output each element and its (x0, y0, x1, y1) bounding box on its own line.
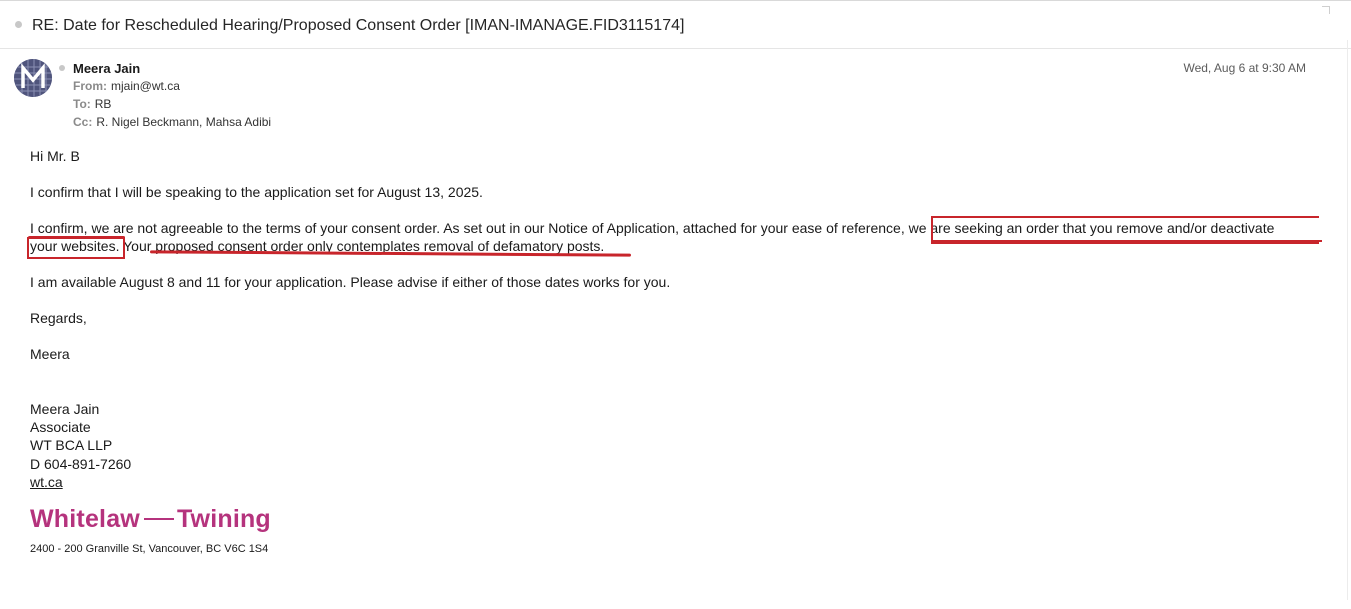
signature-phone: D 604-891-7260 (30, 456, 132, 472)
scrollbar-track[interactable] (1347, 40, 1348, 600)
monogram-m-avatar-icon (14, 59, 52, 97)
email-subject-bar: RE: Date for Rescheduled Hearing/Propose… (0, 0, 1351, 49)
sender-name[interactable]: Meera Jain (73, 61, 140, 76)
to-row: To: RB (73, 97, 111, 111)
signature-title: Associate (30, 419, 91, 435)
expand-icon[interactable] (1322, 6, 1330, 14)
presence-dot-icon (59, 65, 65, 71)
from-label: From: (73, 79, 107, 93)
cc-label: Cc: (73, 115, 93, 129)
closing: Regards, (30, 310, 87, 326)
firm-logo: Whitelaw Twining (30, 505, 271, 534)
logo-left-word: Whitelaw (30, 505, 140, 533)
from-row: From: mjain@wt.ca (73, 79, 180, 93)
to-recipient[interactable]: RB (95, 97, 112, 111)
annotation-box-2 (27, 237, 125, 259)
signature-website: wt.ca (30, 474, 63, 490)
cc-row: Cc: R. Nigel Beckmann, Mahsa Adibi (73, 115, 271, 129)
logo-right-word: Twining (176, 505, 271, 533)
annotation-underline-1 (931, 240, 1322, 242)
logo-dash (143, 517, 174, 520)
signature-firm: WT BCA LLP (30, 437, 113, 453)
email-subject: RE: Date for Rescheduled Hearing/Propose… (32, 17, 685, 34)
unread-dot-icon (15, 21, 22, 28)
from-address[interactable]: mjain@wt.ca (111, 79, 180, 93)
annotation-underline-2 (28, 236, 125, 239)
signature-name: Meera Jain (30, 401, 100, 417)
greeting: Hi Mr. B (30, 148, 80, 164)
sender-avatar[interactable] (14, 59, 52, 97)
paragraph-3: I am available August 8 and 11 for your … (30, 274, 671, 290)
cc-recipients[interactable]: R. Nigel Beckmann, Mahsa Adibi (96, 115, 271, 129)
paragraph-1: I confirm that I will be speaking to the… (30, 184, 483, 200)
website-link[interactable]: wt.ca (30, 474, 63, 490)
to-label: To: (73, 97, 91, 111)
email-date: Wed, Aug 6 at 9:30 AM (1183, 61, 1306, 75)
sign-off-name: Meera (30, 346, 70, 362)
firm-address: 2400 - 200 Granville St, Vancouver, BC V… (30, 543, 269, 555)
